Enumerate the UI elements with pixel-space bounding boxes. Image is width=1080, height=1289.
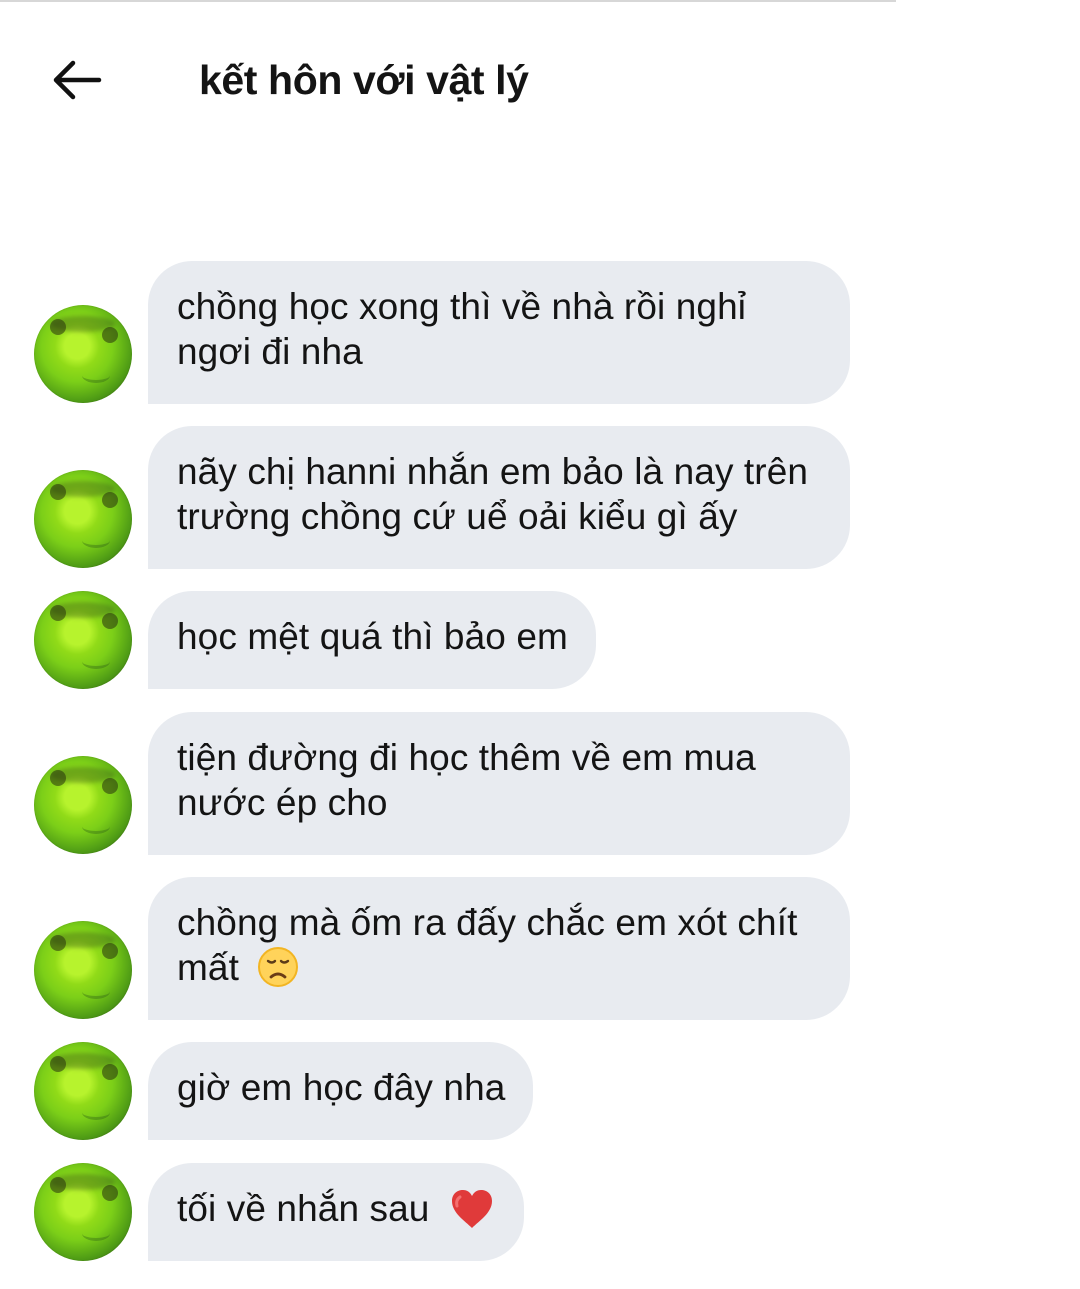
avatar-eye (102, 327, 118, 343)
message-bubble[interactable]: chồng mà ốm ra đấy chắc em xót chít mất (148, 877, 850, 1020)
message-text: nãy chị hanni nhắn em bảo là nay trên tr… (177, 451, 809, 537)
message-bubble[interactable]: nãy chị hanni nhắn em bảo là nay trên tr… (148, 426, 850, 569)
message-text: tiện đường đi học thêm về em mua nước ép… (177, 737, 756, 823)
avatar-eye (50, 319, 66, 335)
message-bubble[interactable]: chồng học xong thì về nhà rồi nghỉ ngơi … (148, 261, 850, 404)
avatar-eye (50, 484, 66, 500)
message-text: chồng học xong thì về nhà rồi nghỉ ngơi … (177, 286, 747, 372)
avatar-eye (102, 492, 118, 508)
avatar-eye (102, 613, 118, 629)
message-row: chồng học xong thì về nhà rồi nghỉ ngơi … (0, 261, 1080, 404)
avatar-eye (50, 935, 66, 951)
avatar-eye (50, 1177, 66, 1193)
avatar[interactable] (34, 591, 132, 689)
avatar-eye (50, 770, 66, 786)
disappointed-face-icon (258, 947, 299, 987)
message-text: giờ em học đây nha (177, 1067, 506, 1108)
message-row: tiện đường đi học thêm về em mua nước ép… (0, 712, 1080, 855)
message-bubble[interactable]: giờ em học đây nha (148, 1042, 534, 1140)
avatar-eye (102, 778, 118, 794)
red-heart-icon (451, 1190, 492, 1228)
message-row: chồng mà ốm ra đấy chắc em xót chít mất (0, 877, 1080, 1020)
avatar-eye (102, 943, 118, 959)
avatar[interactable] (34, 921, 132, 1019)
message-bubble[interactable]: tối về nhắn sau (148, 1163, 524, 1261)
message-row: học mệt quá thì bảo em (0, 591, 1080, 689)
message-text: học mệt quá thì bảo em (177, 616, 568, 657)
avatar[interactable] (34, 756, 132, 854)
message-row: tối về nhắn sau (0, 1163, 1080, 1261)
message-bubble[interactable]: học mệt quá thì bảo em (148, 591, 596, 689)
message-text: tối về nhắn sau (177, 1188, 430, 1229)
avatar[interactable] (34, 1042, 132, 1140)
avatar[interactable] (34, 305, 132, 403)
message-list: chồng học xong thì về nhà rồi nghỉ ngơi … (0, 0, 1080, 1289)
avatar-eye (102, 1185, 118, 1201)
message-bubble[interactable]: tiện đường đi học thêm về em mua nước ép… (148, 712, 850, 855)
avatar[interactable] (34, 1163, 132, 1261)
message-row: giờ em học đây nha (0, 1042, 1080, 1140)
avatar-eye (50, 605, 66, 621)
avatar-eye (102, 1064, 118, 1080)
avatar[interactable] (34, 470, 132, 568)
message-row: nãy chị hanni nhắn em bảo là nay trên tr… (0, 426, 1080, 569)
avatar-eye (50, 1056, 66, 1072)
